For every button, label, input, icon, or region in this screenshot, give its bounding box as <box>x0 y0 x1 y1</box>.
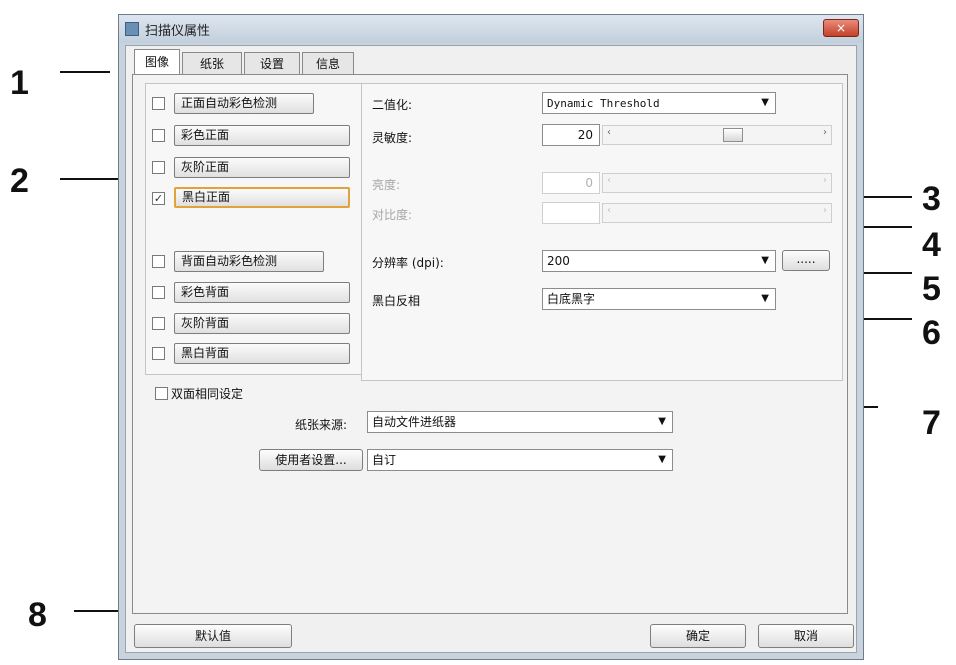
image-type-bw-front[interactable]: 黑白正面 <box>174 187 350 208</box>
image-type-group: 正面自动彩色检测 彩色正面 灰阶正面 ✓ 黑白正面 背面自动彩色检测 彩色背面 … <box>145 83 365 375</box>
tab-paper[interactable]: 纸张 <box>182 52 242 74</box>
tab-settings[interactable]: 设置 <box>244 52 300 74</box>
slider-right-arrow-icon[interactable]: › <box>823 205 827 216</box>
callout-line-1 <box>60 71 110 73</box>
dialog-client: 图像 纸张 设置 信息 正面自动彩色检测 彩色正面 灰阶正面 ✓ 黑白正面 背面… <box>125 45 857 653</box>
resolution-label: 分辨率 (dpi): <box>372 256 444 270</box>
invert-label: 黑白反相 <box>372 294 421 308</box>
callout-4: 4 <box>922 226 941 264</box>
cancel-button[interactable]: 取消 <box>758 624 854 648</box>
chevron-down-icon: ▼ <box>658 454 666 465</box>
slider-right-arrow-icon[interactable]: › <box>823 127 827 138</box>
callout-3: 3 <box>922 180 941 218</box>
binarization-label: 二值化: <box>372 98 413 112</box>
invert-value: 白底黑字 <box>547 292 596 306</box>
contrast-slider[interactable]: ‹ › <box>602 203 832 223</box>
duplex-same-checkbox[interactable] <box>155 387 168 400</box>
checkbox-color-back[interactable] <box>152 286 165 299</box>
contrast-input[interactable] <box>542 202 600 224</box>
user-settings-select[interactable]: 自订 ▼ <box>367 449 673 471</box>
image-type-color-back[interactable]: 彩色背面 <box>174 282 350 303</box>
chevron-down-icon: ▼ <box>761 293 769 304</box>
callout-2: 2 <box>10 162 29 200</box>
callout-8: 8 <box>28 596 47 634</box>
image-type-bw-back[interactable]: 黑白背面 <box>174 343 350 364</box>
brightness-input[interactable]: 0 <box>542 172 600 194</box>
brightness-label: 亮度: <box>372 178 401 192</box>
callout-5: 5 <box>922 270 941 308</box>
brightness-slider[interactable]: ‹ › <box>602 173 832 193</box>
checkbox-bw-front[interactable]: ✓ <box>152 192 165 205</box>
slider-left-arrow-icon[interactable]: ‹ <box>607 127 611 138</box>
user-settings-value: 自订 <box>372 453 397 467</box>
checkbox-gray-back[interactable] <box>152 317 165 330</box>
binarization-value: Dynamic Threshold <box>547 97 660 110</box>
image-type-back-auto-color[interactable]: 背面自动彩色检测 <box>174 251 324 272</box>
image-type-color-front[interactable]: 彩色正面 <box>174 125 350 146</box>
title-bar: 扫描仪属性 × <box>119 15 863 43</box>
sensitivity-slider[interactable]: ‹ › <box>602 125 832 145</box>
resolution-select[interactable]: 200 ▼ <box>542 250 776 272</box>
image-settings-group: 二值化: Dynamic Threshold ▼ 灵敏度: 20 ‹ › 亮度:… <box>361 83 843 381</box>
tab-info[interactable]: 信息 <box>302 52 354 74</box>
callout-7: 7 <box>922 404 941 442</box>
slider-left-arrow-icon[interactable]: ‹ <box>607 175 611 186</box>
paper-source-value: 自动文件进纸器 <box>372 415 457 429</box>
chevron-down-icon: ▼ <box>658 416 666 427</box>
image-type-front-auto-color[interactable]: 正面自动彩色检测 <box>174 93 314 114</box>
resolution-value: 200 <box>547 254 570 268</box>
callout-6: 6 <box>922 314 941 352</box>
duplex-same-label: 双面相同设定 <box>171 387 244 401</box>
callout-1: 1 <box>10 64 29 102</box>
window-title: 扫描仪属性 <box>145 24 211 39</box>
invert-select[interactable]: 白底黑字 ▼ <box>542 288 776 310</box>
ok-button[interactable]: 确定 <box>650 624 746 648</box>
scanner-properties-dialog: 扫描仪属性 × 图像 纸张 设置 信息 正面自动彩色检测 彩色正面 灰阶正面 ✓… <box>118 14 864 660</box>
image-type-gray-back[interactable]: 灰阶背面 <box>174 313 350 334</box>
sensitivity-label: 灵敏度: <box>372 131 413 145</box>
sensitivity-input[interactable]: 20 <box>542 124 600 146</box>
chevron-down-icon: ▼ <box>761 97 769 108</box>
checkbox-color-front[interactable] <box>152 129 165 142</box>
checkbox-front-auto-color[interactable] <box>152 97 165 110</box>
image-tab-panel: 正面自动彩色检测 彩色正面 灰阶正面 ✓ 黑白正面 背面自动彩色检测 彩色背面 … <box>132 74 848 614</box>
contrast-label: 对比度: <box>372 208 413 222</box>
default-button[interactable]: 默认值 <box>134 624 292 648</box>
checkbox-gray-front[interactable] <box>152 161 165 174</box>
slider-left-arrow-icon[interactable]: ‹ <box>607 205 611 216</box>
sensitivity-slider-thumb[interactable] <box>723 128 743 142</box>
resolution-more-button[interactable]: ..... <box>782 250 830 271</box>
checkbox-back-auto-color[interactable] <box>152 255 165 268</box>
scanner-icon <box>125 22 139 36</box>
close-button[interactable]: × <box>823 19 859 37</box>
chevron-down-icon: ▼ <box>761 255 769 266</box>
binarization-select[interactable]: Dynamic Threshold ▼ <box>542 92 776 114</box>
tab-image[interactable]: 图像 <box>134 49 180 75</box>
paper-source-select[interactable]: 自动文件进纸器 ▼ <box>367 411 673 433</box>
image-type-gray-front[interactable]: 灰阶正面 <box>174 157 350 178</box>
paper-source-label: 纸张来源: <box>295 418 348 432</box>
checkbox-bw-back[interactable] <box>152 347 165 360</box>
slider-right-arrow-icon[interactable]: › <box>823 175 827 186</box>
user-settings-button[interactable]: 使用者设置... <box>259 449 363 471</box>
